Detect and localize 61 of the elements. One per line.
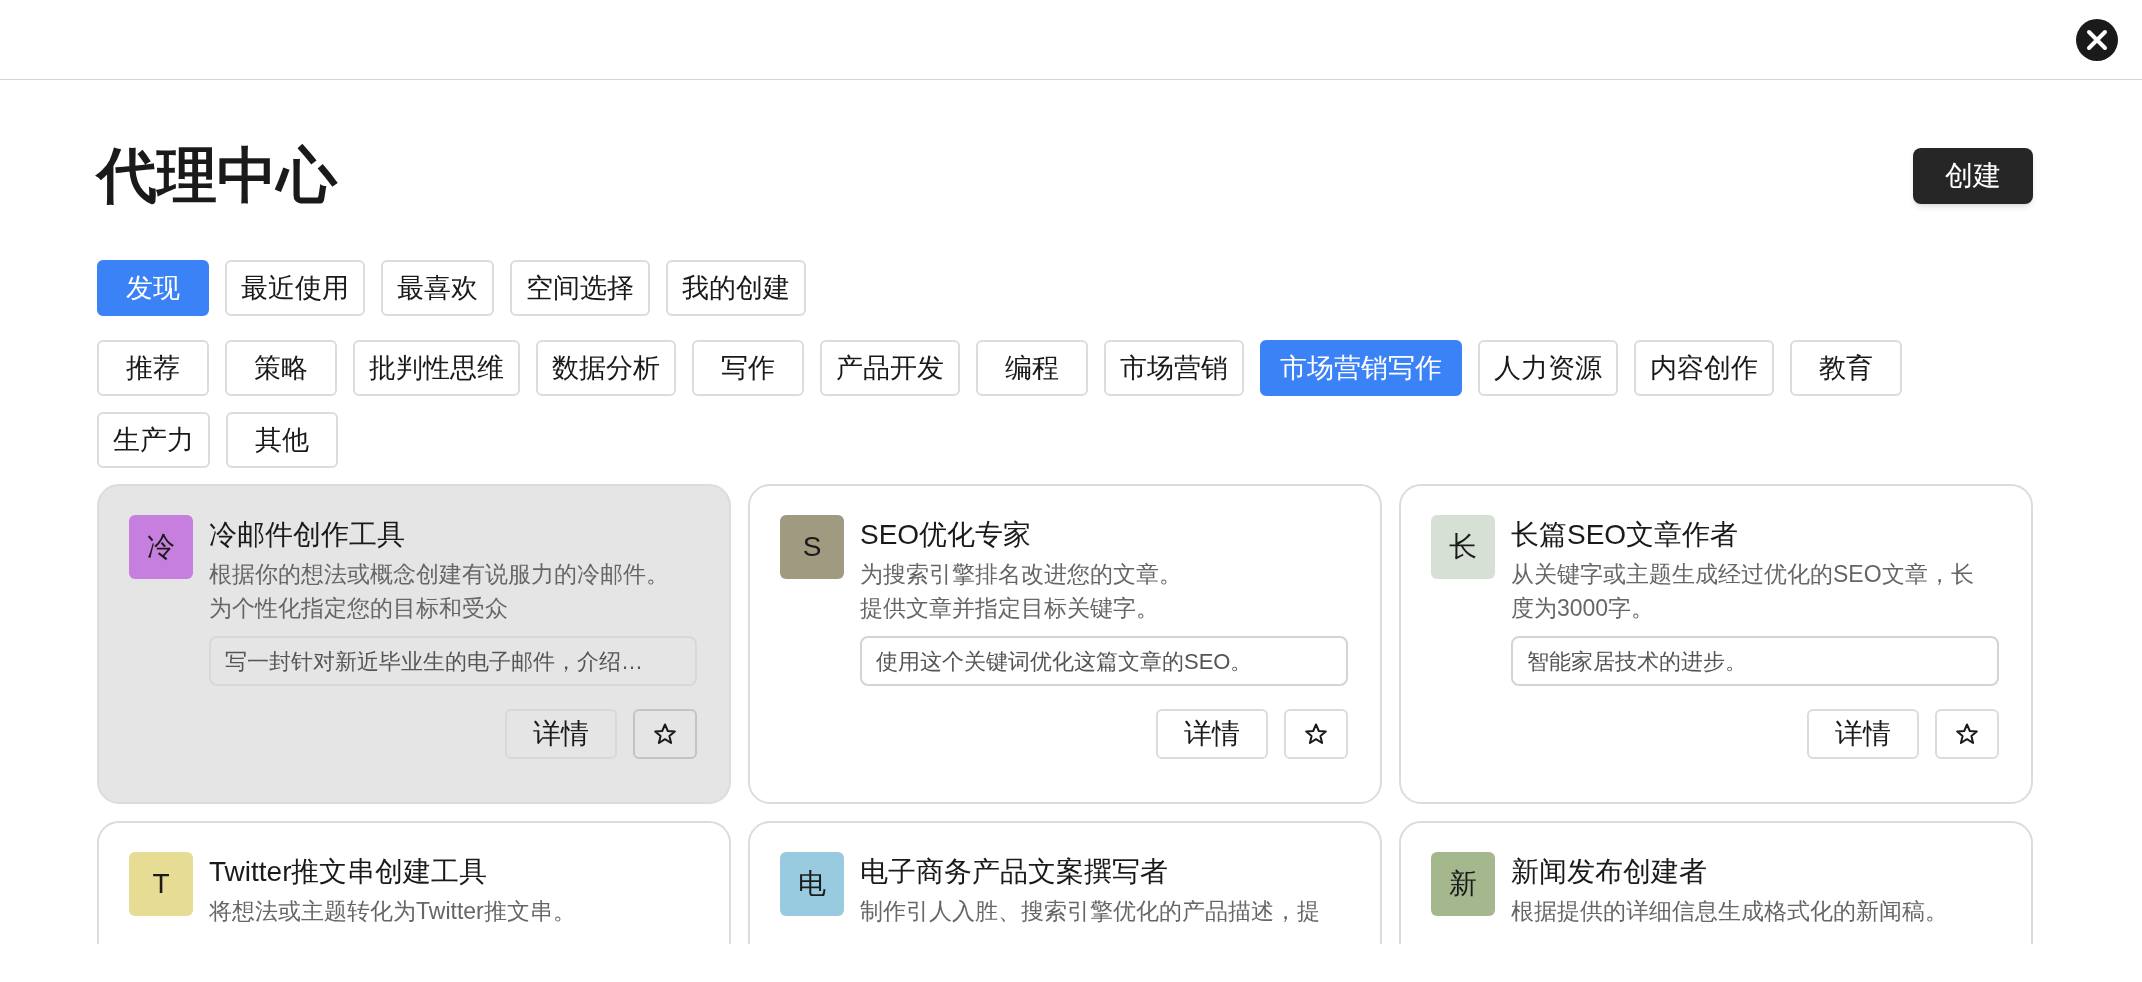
star-button[interactable] xyxy=(1284,709,1348,759)
category-chip[interactable]: 人力资源 xyxy=(1478,340,1618,396)
agent-card[interactable]: 长 长篇SEO文章作者 从关键字或主题生成经过优化的SEO文章，长 度为3000字。 智能家居技术的进步。 详情 xyxy=(1399,484,2033,804)
example-prompt[interactable]: 写一封针对新近毕业生的电子邮件，介绍… xyxy=(209,636,697,686)
category-chip[interactable]: 市场营销写作 xyxy=(1260,340,1462,396)
category-chip[interactable]: 推荐 xyxy=(97,340,209,396)
agent-avatar: 冷 xyxy=(129,515,193,579)
category-chip[interactable]: 策略 xyxy=(225,340,337,396)
tab[interactable]: 我的创建 xyxy=(666,260,806,316)
agent-name: 长篇SEO文章作者 xyxy=(1511,518,1740,552)
agent-card[interactable]: 新 新闻发布创建者 根据提供的详细信息生成格式化的新闻稿。 xyxy=(1399,821,2033,944)
category-chip[interactable]: 生产力 xyxy=(97,412,210,468)
tab[interactable]: 最近使用 xyxy=(225,260,365,316)
agent-avatar: 长 xyxy=(1431,515,1495,579)
category-chip[interactable]: 产品开发 xyxy=(820,340,960,396)
description-line: 提供文章并指定目标关键字。 xyxy=(860,594,1160,623)
agent-card[interactable]: 冷 冷邮件创作工具 根据你的想法或概念创建有说服力的冷邮件。 为个性化指定您的目标和受众 写一封针对新近毕业生的电子邮件，介绍… 详情 xyxy=(97,484,731,804)
agent-avatar: 电 xyxy=(780,852,844,916)
agent-card[interactable]: T Twitter推文串创建工具 将想法或主题转化为Twitter推文串。 xyxy=(97,821,731,944)
agent-name: 新闻发布创建者 xyxy=(1511,855,1708,889)
category-chip[interactable]: 内容创作 xyxy=(1634,340,1774,396)
description-line: 制作引人入胜、搜索引擎优化的产品描述，提 xyxy=(860,897,1321,926)
agent-card[interactable]: 电 电子商务产品文案撰写者 制作引人入胜、搜索引擎优化的产品描述，提 xyxy=(748,821,1382,944)
close-icon[interactable] xyxy=(2076,18,2118,61)
agent-avatar: 新 xyxy=(1431,852,1495,916)
category-chip[interactable]: 写作 xyxy=(692,340,804,396)
description-line: 为个性化指定您的目标和受众 xyxy=(209,594,509,623)
create-button[interactable]: 创建 xyxy=(1913,148,2033,204)
description-line: 根据提供的详细信息生成格式化的新闻稿。 xyxy=(1511,897,1949,926)
details-button[interactable]: 详情 xyxy=(1156,709,1268,759)
description-line: 从关键字或主题生成经过优化的SEO文章，长 xyxy=(1511,560,1975,589)
star-button[interactable] xyxy=(633,709,697,759)
star-button[interactable] xyxy=(1935,709,1999,759)
description-line: 度为3000字。 xyxy=(1511,594,1656,623)
page-title: 代理中心 xyxy=(97,141,337,211)
category-chip[interactable]: 市场营销 xyxy=(1104,340,1244,396)
agent-name: SEO优化专家 xyxy=(860,518,1033,552)
category-chip[interactable]: 其他 xyxy=(226,412,338,468)
tab[interactable]: 最喜欢 xyxy=(381,260,494,316)
category-chip[interactable]: 批判性思维 xyxy=(353,340,520,396)
agent-name: 冷邮件创作工具 xyxy=(209,518,406,552)
agent-name: Twitter推文串创建工具 xyxy=(209,855,489,889)
star-icon xyxy=(1304,722,1328,746)
tab[interactable]: 空间选择 xyxy=(510,260,650,316)
category-chip[interactable]: 数据分析 xyxy=(536,340,676,396)
example-prompt[interactable]: 智能家居技术的进步。 xyxy=(1511,636,1999,686)
tab[interactable]: 发现 xyxy=(97,260,209,316)
description-line: 根据你的想法或概念创建有说服力的冷邮件。 xyxy=(209,560,670,589)
example-prompt[interactable]: 使用这个关键词优化这篇文章的SEO。 xyxy=(860,636,1348,686)
star-icon xyxy=(653,722,677,746)
category-chip[interactable]: 教育 xyxy=(1790,340,1902,396)
description-line: 为搜索引擎排名改进您的文章。 xyxy=(860,560,1183,589)
agent-name: 电子商务产品文案撰写者 xyxy=(860,855,1169,889)
agent-avatar: S xyxy=(780,515,844,579)
category-chip[interactable]: 编程 xyxy=(976,340,1088,396)
details-button[interactable]: 详情 xyxy=(505,709,617,759)
description-line: 将想法或主题转化为Twitter推文串。 xyxy=(209,897,577,926)
star-icon xyxy=(1955,722,1979,746)
agent-avatar: T xyxy=(129,852,193,916)
agent-card[interactable]: S SEO优化专家 为搜索引擎排名改进您的文章。 提供文章并指定目标关键字。 使用这个关键词优化这篇文章的SEO。 详情 xyxy=(748,484,1382,804)
details-button[interactable]: 详情 xyxy=(1807,709,1919,759)
